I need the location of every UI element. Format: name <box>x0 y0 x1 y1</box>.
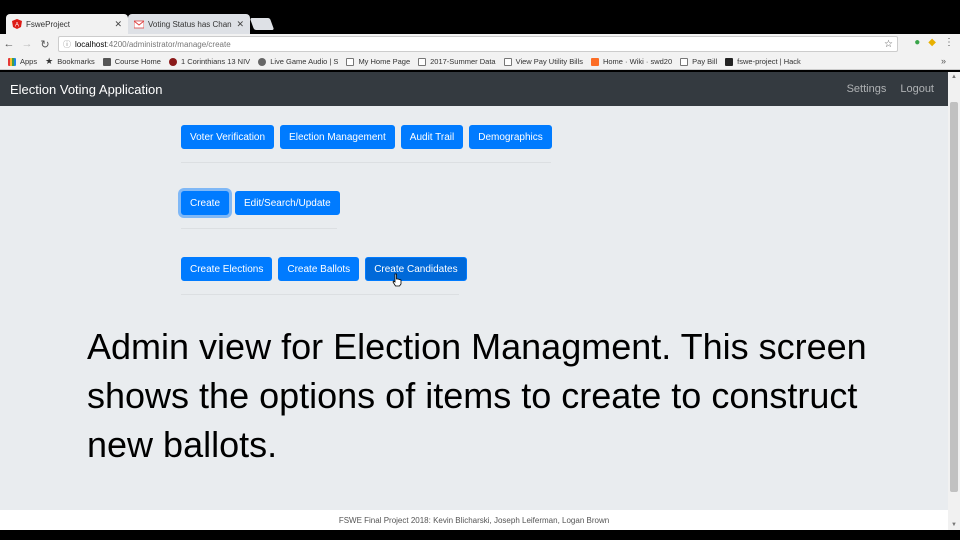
divider <box>181 162 551 163</box>
bookmark-label: 1 Corinthians 13 NIV <box>180 57 251 66</box>
scroll-down-icon[interactable]: ▼ <box>948 522 960 528</box>
create-button[interactable]: Create <box>181 191 230 215</box>
gmail-icon <box>134 20 144 29</box>
page-icon <box>503 57 512 66</box>
bookmark-my-home-page[interactable]: My Home Page <box>346 57 410 66</box>
create-elections-button[interactable]: Create Elections <box>181 257 273 281</box>
svg-text:A: A <box>15 23 19 29</box>
tab-voting-status[interactable]: Voting Status has Change ✕ <box>128 14 250 34</box>
bookmarks-bar: Apps ★ Bookmarks Course Home 1 Corinthia… <box>0 54 960 70</box>
bookmarks-overflow-icon[interactable]: » <box>941 56 946 66</box>
demographics-button[interactable]: Demographics <box>469 125 552 149</box>
main-menu: Voter Verification Election Management A… <box>181 125 552 149</box>
bottom-letterbox <box>0 530 960 540</box>
menu-kebab-icon[interactable]: ⋮ <box>944 37 954 48</box>
url-host: localhost <box>75 39 107 49</box>
election-management-button[interactable]: Election Management <box>280 125 395 149</box>
bookmark-pay-bill[interactable]: Pay Bill <box>680 57 717 66</box>
page-footer: FSWE Final Project 2018: Kevin Blicharsk… <box>0 510 948 530</box>
extension-check-icon[interactable]: ● <box>914 37 920 48</box>
logout-link[interactable]: Logout <box>900 83 934 95</box>
action-menu: Create Edit/Search/Update <box>181 191 340 215</box>
settings-link[interactable]: Settings <box>847 83 887 95</box>
browser-tabstrip: A FsweProject ✕ Voting Status has Change… <box>0 0 960 34</box>
browser-toolbar: ← → ↻ ⓘ localhost:4200/administrator/man… <box>0 34 960 54</box>
divider <box>181 228 337 229</box>
star-icon: ★ <box>45 56 54 66</box>
bookmark-fswe-project[interactable]: fswe-project | Hack <box>725 57 801 66</box>
app-brand[interactable]: Election Voting Application <box>10 82 163 97</box>
app-navbar: Election Voting Application Settings Log… <box>0 72 948 106</box>
tab-title: Voting Status has Change <box>148 19 233 29</box>
hand-cursor-icon <box>392 273 402 287</box>
bookmark-summer-data[interactable]: 2017-Summer Data <box>418 57 496 66</box>
bookmark-label: View Pay Utility Bills <box>515 57 583 66</box>
close-tab-icon[interactable]: ✕ <box>114 19 122 30</box>
edit-search-update-button[interactable]: Edit/Search/Update <box>235 191 340 215</box>
page-icon <box>418 57 427 66</box>
bookmark-label: Bookmarks <box>57 57 95 66</box>
create-candidates-button[interactable]: Create Candidates <box>365 257 467 281</box>
extension-icon[interactable]: ◆ <box>928 37 936 48</box>
bookmark-label: My Home Page <box>358 57 411 66</box>
bookmark-apps[interactable]: Apps <box>8 57 37 66</box>
bookmark-label: Home · Wiki · swd20 <box>602 57 673 66</box>
create-menu: Create Elections Create Ballots Create C… <box>181 257 467 281</box>
address-bar[interactable]: ⓘ localhost:4200/administrator/manage/cr… <box>58 36 898 52</box>
scrollbar-thumb[interactable] <box>950 102 958 492</box>
course-icon <box>102 57 111 66</box>
navbar-links: Settings Logout <box>847 83 934 95</box>
new-tab-button[interactable] <box>249 18 275 30</box>
bookmark-label: 2017-Summer Data <box>430 57 496 66</box>
bookmark-label: Live Game Audio | S <box>270 57 339 66</box>
bookmark-utility-bills[interactable]: View Pay Utility Bills <box>503 57 583 66</box>
bookmark-wiki[interactable]: Home · Wiki · swd20 <box>590 57 673 66</box>
bookmark-label: Pay Bill <box>692 57 718 66</box>
hackathon-icon <box>725 57 734 66</box>
caption-text: Admin view for Election Managment. This … <box>87 326 867 465</box>
page-icon <box>680 57 689 66</box>
bible-icon <box>168 57 177 66</box>
scrollbar[interactable]: ▲ ▼ <box>948 72 960 530</box>
forward-icon[interactable]: → <box>18 38 36 50</box>
bookmark-label: Course Home <box>114 57 161 66</box>
info-icon[interactable]: ⓘ <box>63 39 71 50</box>
divider <box>181 294 459 295</box>
back-icon[interactable]: ← <box>0 38 18 50</box>
tab-title: FsweProject <box>26 19 71 29</box>
apps-grid-icon <box>8 57 16 66</box>
extensions: ● ◆ ⋮ <box>914 37 954 48</box>
bookmark-live-game-audio[interactable]: Live Game Audio | S <box>258 57 338 66</box>
audio-icon <box>258 57 267 66</box>
bookmark-corinthians[interactable]: 1 Corinthians 13 NIV <box>168 57 251 66</box>
audit-trail-button[interactable]: Audit Trail <box>400 125 464 149</box>
angular-icon: A <box>12 19 22 29</box>
bookmark-bookmarks[interactable]: ★ Bookmarks <box>45 56 95 67</box>
reload-icon[interactable]: ↻ <box>36 38 54 51</box>
page-icon <box>346 57 355 66</box>
footer-text: FSWE Final Project 2018: Kevin Blicharsk… <box>338 515 610 525</box>
gitlab-icon <box>590 57 599 66</box>
close-tab-icon[interactable]: ✕ <box>236 19 244 30</box>
bookmark-label: Apps <box>20 57 38 66</box>
bookmark-label: fswe-project | Hack <box>737 57 801 66</box>
bookmark-star-icon[interactable]: ☆ <box>884 39 893 50</box>
tab-fsweproject[interactable]: A FsweProject ✕ <box>6 14 128 34</box>
voter-verification-button[interactable]: Voter Verification <box>181 125 275 149</box>
bookmark-course-home[interactable]: Course Home <box>102 57 161 66</box>
create-ballots-button[interactable]: Create Ballots <box>278 257 360 281</box>
scroll-up-icon[interactable]: ▲ <box>948 74 960 80</box>
url-path: :4200/administrator/manage/create <box>106 39 231 49</box>
